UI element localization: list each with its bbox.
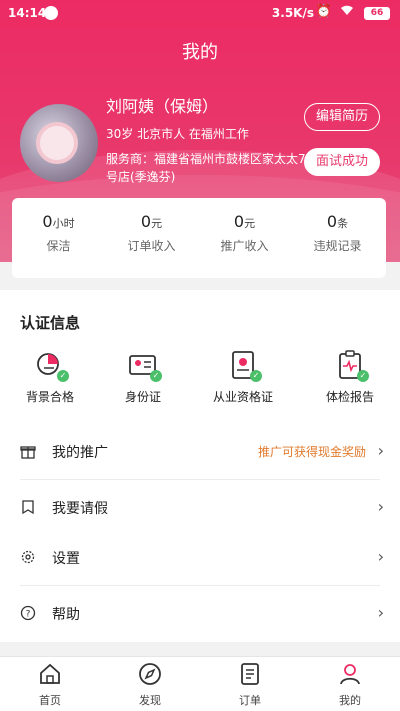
- network-speed: 3.5K/s: [271, 6, 314, 20]
- stat-violations[interactable]: 0条 违规记录: [291, 212, 384, 254]
- stat-promotion-income[interactable]: 0元 推广收入: [198, 212, 291, 254]
- profile-name: 刘阿姨（保姆）: [106, 97, 219, 116]
- certification-section: 认证信息 ✓ 背景合格 ✓ 身份证 ✓ 从业资格证 ✓ 体检报告: [0, 290, 400, 424]
- stat-label: 订单收入: [127, 239, 176, 253]
- cert-label: 从业资格证: [212, 390, 273, 404]
- cert-qualification[interactable]: ✓ 从业资格证: [193, 350, 293, 405]
- menu-item-help[interactable]: ? 帮助 ›: [0, 586, 400, 642]
- stat-order-income[interactable]: 0元 订单收入: [105, 212, 198, 254]
- stat-label: 保洁: [46, 239, 71, 253]
- tab-orders[interactable]: 订单: [200, 661, 300, 708]
- section-title: 认证信息: [20, 314, 81, 332]
- avatar[interactable]: [20, 104, 98, 182]
- tab-label: 订单: [239, 694, 261, 707]
- battery-icon: 66: [364, 7, 390, 20]
- gear-icon: [20, 549, 36, 565]
- check-icon: ✓: [357, 370, 369, 382]
- menu-item-promotion[interactable]: 我的推广 推广可获得现金奖励 ›: [0, 424, 400, 480]
- stat-value: 0: [233, 212, 245, 231]
- qualification-icon: ✓: [228, 350, 262, 382]
- tab-mine[interactable]: 我的: [300, 661, 400, 708]
- gift-icon: [20, 443, 36, 459]
- tab-discover[interactable]: 发现: [100, 661, 200, 708]
- menu-label: 我的推广: [52, 445, 108, 461]
- stat-label: 违规记录: [313, 239, 362, 253]
- status-bar: 14:14 3.5K/s ⏰ 66: [0, 0, 400, 28]
- cert-background[interactable]: ✓ 背景合格: [0, 350, 100, 405]
- chevron-right-icon: ›: [377, 441, 384, 460]
- check-icon: ✓: [150, 370, 162, 382]
- check-icon: ✓: [57, 370, 69, 382]
- stat-unit: 元: [244, 217, 256, 230]
- menu-label: 我要请假: [52, 501, 108, 517]
- profile-subinfo: 30岁 北京市人 在福州工作: [106, 127, 249, 141]
- menu-item-settings[interactable]: 设置 ›: [0, 530, 400, 586]
- bottom-tab-bar: 首页 发现 订单 我的: [0, 656, 400, 711]
- tab-label: 首页: [39, 694, 61, 707]
- home-icon: [40, 663, 60, 684]
- id-card-icon: ✓: [128, 350, 162, 382]
- menu-label: 设置: [52, 551, 80, 567]
- menu-item-leave[interactable]: 我要请假 ›: [0, 480, 400, 536]
- check-icon: ✓: [250, 370, 262, 382]
- background-check-icon: ✓: [35, 350, 69, 382]
- stat-unit: 小时: [52, 217, 75, 230]
- stat-unit: 元: [151, 217, 163, 230]
- tab-label: 发现: [139, 694, 161, 707]
- cert-id-card[interactable]: ✓ 身份证: [93, 350, 193, 405]
- stat-value: 0: [42, 212, 53, 231]
- menu-group-2: 设置 › ? 帮助 ›: [0, 530, 400, 642]
- cert-label: 身份证: [124, 390, 161, 404]
- medical-report-icon: ✓: [335, 350, 369, 382]
- tab-home[interactable]: 首页: [0, 661, 100, 708]
- stat-cleaning[interactable]: 0小时 保洁: [12, 212, 105, 254]
- chevron-right-icon: ›: [377, 497, 384, 516]
- cert-label: 体检报告: [325, 390, 374, 404]
- leave-icon: [20, 499, 36, 515]
- page-title: 我的: [182, 42, 218, 63]
- wifi-icon: [340, 4, 354, 19]
- order-icon: [241, 663, 259, 685]
- stat-value: 0: [140, 212, 152, 231]
- stat-unit: 条: [337, 217, 349, 230]
- cert-label: 背景合格: [25, 390, 74, 404]
- stat-label: 推广收入: [220, 239, 269, 253]
- stat-value: 0: [326, 212, 338, 231]
- edit-resume-button[interactable]: 编辑简历: [304, 103, 380, 131]
- tab-label: 我的: [339, 694, 361, 707]
- chevron-right-icon: ›: [377, 603, 384, 622]
- avatar-photo: [36, 122, 78, 164]
- user-icon: [340, 664, 360, 685]
- menu-label: 帮助: [52, 607, 80, 623]
- alarm-icon: ⏰: [315, 4, 332, 19]
- stats-card: 0小时 保洁 0元 订单收入 0元 推广收入 0条 违规记录: [12, 198, 386, 278]
- menu-group-1: 我的推广 推广可获得现金奖励 › 我要请假 ›: [0, 424, 400, 536]
- svg-text:?: ?: [26, 610, 31, 620]
- profile-agency: 服务商：福建省福州市鼓楼区家太太7号店(季逸芬): [106, 152, 306, 184]
- help-icon: ?: [20, 605, 36, 621]
- promotion-hint: 推广可获得现金奖励: [257, 445, 366, 459]
- cert-medical[interactable]: ✓ 体检报告: [300, 350, 400, 405]
- status-time: 14:14: [8, 6, 47, 20]
- chevron-right-icon: ›: [377, 547, 384, 566]
- interview-status-button[interactable]: 面试成功: [304, 148, 380, 176]
- notification-icon: [44, 6, 58, 20]
- compass-icon: [139, 663, 161, 685]
